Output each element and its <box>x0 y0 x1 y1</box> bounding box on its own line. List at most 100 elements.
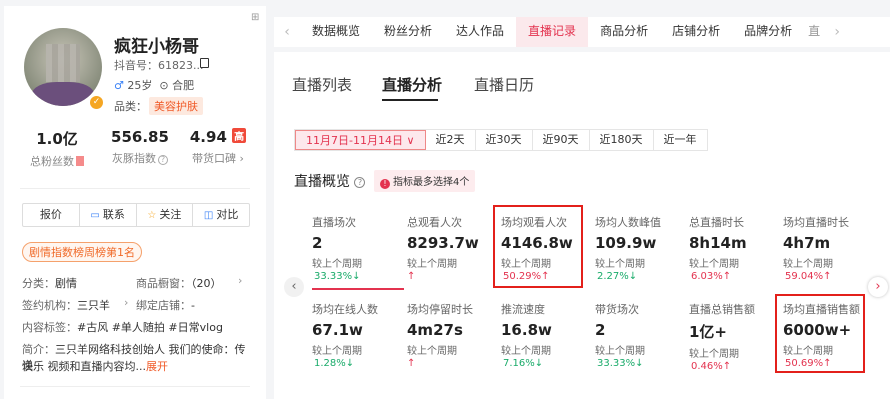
arrow-down-icon: ↓ <box>628 271 638 282</box>
metric-card[interactable]: 场均在线人数 67.1w 较上个周期 1.28%↓ <box>312 301 404 381</box>
info-bound-store-label: 绑定店铺： <box>136 299 191 312</box>
metric-change: 33.33%↓ <box>597 358 687 369</box>
stat-reputation-label: 带货口碑 <box>192 152 237 165</box>
info-bound-store: 绑定店铺：- <box>136 297 195 313</box>
metric-change-value: 2.27% <box>597 271 629 282</box>
highlight-box <box>493 205 583 288</box>
metric-compare-label: 较上个周期 <box>783 259 833 270</box>
profile-name: 疯狂小杨哥 <box>114 37 199 57</box>
info-agency: 签约机构：三只羊 <box>22 297 110 313</box>
follow-button[interactable]: ☆ 关注 <box>137 204 194 226</box>
tab-live-records[interactable]: 直播记录 <box>516 17 589 47</box>
metric-change: 59.04%↑ <box>785 271 875 282</box>
date-range-90d[interactable]: 近90天 <box>533 130 590 150</box>
profile-age: 25岁 <box>127 79 153 92</box>
info-bio-label: 简介： <box>22 343 55 356</box>
metric-card[interactable]: 直播场次 2 较上个周期 33.33%↓ <box>312 214 404 290</box>
stat-index: 556.85 灰豚指数? <box>104 128 176 166</box>
chevron-right-icon[interactable]: › <box>124 296 128 309</box>
metric-label: 场均停留时长 <box>407 303 473 316</box>
metric-value: 8293.7w <box>407 234 479 252</box>
overview-note: ! 指标最多选择4个 <box>374 170 476 192</box>
tab-truncated[interactable]: 直 <box>804 17 824 47</box>
metric-compare-label: 较上个周期 <box>595 259 645 270</box>
avatar-body <box>32 82 94 106</box>
tab-works[interactable]: 达人作品 <box>444 17 516 47</box>
info-category-value: 剧情 <box>55 277 77 290</box>
overview-note-text: 指标最多选择4个 <box>393 177 470 188</box>
metric-compare-label: 较上个周期 <box>407 259 457 270</box>
compare-button[interactable]: ◫ 对比 <box>193 204 249 226</box>
tabs-prev-icon: ‹ <box>284 24 290 40</box>
profile-panel: ✓ 疯狂小杨哥 抖音号：61823... ♂ 25岁 ⊙ 合肥 品类： 美容护肤 … <box>4 6 266 399</box>
stat-fans: 1.0亿 总粉丝数 <box>24 128 90 169</box>
chevron-right-icon[interactable]: › <box>238 274 242 287</box>
bio-expand-link[interactable]: 展开 <box>146 360 168 373</box>
metric-value: 67.1w <box>312 321 363 339</box>
metric-card[interactable]: 总观看人次 8293.7w 较上个周期 ↑ <box>407 214 499 294</box>
male-icon: ♂ <box>114 79 124 92</box>
arrow-up-icon: ↑ <box>823 271 832 282</box>
star-icon: ☆ <box>147 210 157 221</box>
date-range-30d[interactable]: 近30天 <box>476 130 533 150</box>
copy-icon[interactable] <box>200 58 209 68</box>
chart-icon <box>76 156 84 166</box>
next-arrow-button[interactable]: › <box>868 277 888 297</box>
tabs-next-button[interactable]: › <box>824 17 850 47</box>
metric-label: 直播场次 <box>312 216 356 229</box>
stat-reputation[interactable]: 4.94 高 带货口碑 › <box>182 128 254 166</box>
metric-compare-label: 较上个周期 <box>689 259 739 270</box>
avatar[interactable] <box>24 28 102 106</box>
category-tag[interactable]: 美容护肤 <box>149 97 203 115</box>
metric-compare-label: 较上个周期 <box>407 346 457 357</box>
rank-tag[interactable]: 剧情指数榜周榜第1名 <box>22 242 142 262</box>
metric-card[interactable]: 带货场次 2 较上个周期 33.33%↓ <box>595 301 687 381</box>
date-range-2d[interactable]: 近2天 <box>426 130 476 150</box>
pin-icon[interactable]: ⊞ <box>251 12 259 23</box>
chevron-right-icon: › <box>239 152 244 165</box>
metric-value: 8h14m <box>689 234 747 252</box>
subtab-live-analysis[interactable]: 直播分析 <box>382 74 442 95</box>
metric-card[interactable]: 推流速度 16.8w 较上个周期 7.16%↓ <box>501 301 593 381</box>
divider <box>20 188 250 189</box>
metric-change-value: 0.46% <box>691 361 723 372</box>
tabs-prev-button[interactable]: ‹ <box>274 17 300 47</box>
metric-label: 总观看人次 <box>407 216 462 229</box>
date-range-1y[interactable]: 近一年 <box>654 130 707 150</box>
arrow-up-icon: ↑ <box>407 271 416 282</box>
tab-brands[interactable]: 品牌分析 <box>732 17 804 47</box>
metric-change: 6.03%↑ <box>691 271 781 282</box>
subtab-live-list[interactable]: 直播列表 <box>292 74 352 95</box>
contact-button[interactable]: ▭ 联系 <box>80 204 137 226</box>
prev-arrow-button[interactable]: ‹ <box>284 277 304 297</box>
date-range-custom[interactable]: 11月7日-11月14日 ∨ <box>295 130 426 150</box>
metric-change-value: 6.03% <box>691 271 723 282</box>
metric-card[interactable]: 总直播时长 8h14m 较上个周期 6.03%↑ <box>689 214 781 294</box>
metric-card[interactable]: 场均直播时长 4h7m 较上个周期 59.04%↑ <box>783 214 875 294</box>
info-agency-label: 签约机构： <box>22 299 77 312</box>
subtab-live-calendar[interactable]: 直播日历 <box>474 74 534 95</box>
help-icon[interactable]: ? <box>158 155 168 165</box>
help-icon[interactable]: ? <box>354 177 366 188</box>
tab-products[interactable]: 商品分析 <box>588 17 660 47</box>
tab-stores[interactable]: 店铺分析 <box>660 17 732 47</box>
info-showcase[interactable]: 商品橱窗：（20） <box>136 275 222 291</box>
metric-card[interactable]: 场均停留时长 4m27s 较上个周期 ↑ <box>407 301 499 381</box>
info-agency-value: 三只羊 <box>77 299 110 312</box>
quote-button[interactable]: 报价 <box>23 204 80 226</box>
follow-label: 关注 <box>159 208 182 221</box>
stat-fans-label: 总粉丝数 <box>30 155 74 168</box>
metric-value: 4m27s <box>407 321 463 339</box>
tab-fans[interactable]: 粉丝分析 <box>372 17 444 47</box>
active-subtab-underline <box>382 99 438 101</box>
date-range-180d[interactable]: 近180天 <box>590 130 654 150</box>
stat-index-label: 灰豚指数 <box>112 152 156 165</box>
tab-overview[interactable]: 数据概览 <box>300 17 372 47</box>
stat-fans-value: 1.0亿 <box>36 130 78 148</box>
metric-change: 7.16%↓ <box>503 358 593 369</box>
info-tags-label: 内容标签： <box>22 321 77 334</box>
metric-card[interactable]: 直播总销售额 1亿+ 较上个周期 0.46%↑ <box>689 301 781 381</box>
stat-reputation-value: 4.94 <box>189 128 227 146</box>
metric-change: 33.33%↓ <box>314 271 404 282</box>
metric-card[interactable]: 场均人数峰值 109.9w 较上个周期 2.27%↓ <box>595 214 687 294</box>
